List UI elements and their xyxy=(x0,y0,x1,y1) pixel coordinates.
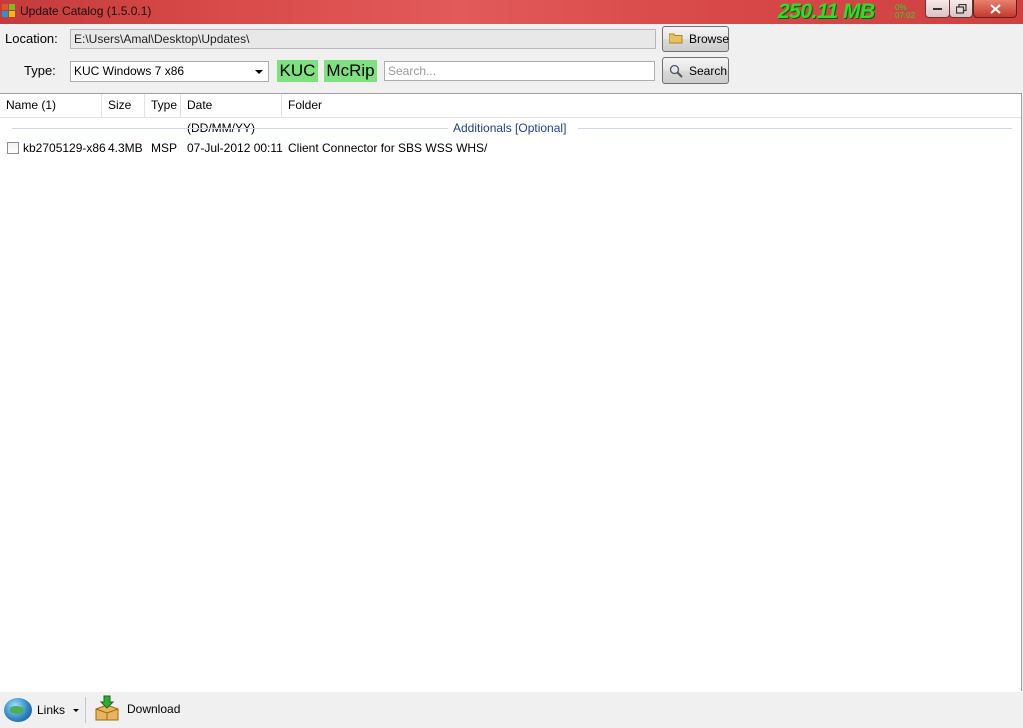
links-label: Links xyxy=(37,703,66,717)
group-header[interactable]: Additionals [Optional] xyxy=(0,121,1021,135)
download-button[interactable]: Download xyxy=(93,691,180,727)
search-button[interactable]: Search xyxy=(662,57,729,84)
app-windows-icon xyxy=(2,4,16,18)
overlay-size-readout: 250.11 MB xyxy=(778,0,875,23)
chevron-down-icon xyxy=(255,70,263,74)
download-box-icon xyxy=(93,695,121,723)
row-date: 07-Jul-2012 00:11 xyxy=(187,141,283,155)
column-date[interactable]: Date (DD/MM/YY) xyxy=(181,94,282,135)
overlay-time: 07:02 xyxy=(895,11,916,20)
kuc-tag[interactable]: KUC xyxy=(277,60,318,82)
row-checkbox[interactable] xyxy=(7,142,19,154)
browse-button[interactable]: Browse xyxy=(662,26,729,52)
column-size[interactable]: Size xyxy=(102,94,145,117)
column-name[interactable]: Name (1) xyxy=(0,94,102,117)
row-type: MSP xyxy=(151,141,178,155)
row-folder: Client Connector for SBS WSS WHS/ xyxy=(288,141,488,155)
links-button[interactable]: Links xyxy=(4,692,80,728)
group-divider-left xyxy=(12,128,448,129)
row-size: 4.3MB xyxy=(108,141,143,155)
location-label: Location: xyxy=(5,31,58,46)
close-button[interactable] xyxy=(973,0,1017,18)
update-list[interactable]: Name (1) Size Type Date (DD/MM/YY) Folde… xyxy=(0,93,1022,692)
type-select[interactable]: KUC Windows 7 x86 xyxy=(70,61,269,82)
minimize-icon xyxy=(932,7,942,10)
list-header: Name (1) Size Type Date (DD/MM/YY) Folde… xyxy=(0,94,1021,135)
window-title: Update Catalog (1.5.0.1) xyxy=(20,4,152,18)
search-label: Search xyxy=(689,63,728,78)
type-label: Type: xyxy=(24,63,56,78)
statusbar-separator xyxy=(85,697,86,723)
browse-label: Browse xyxy=(689,32,730,46)
download-label: Download xyxy=(127,702,181,716)
close-icon xyxy=(989,3,1001,14)
location-field[interactable]: E:\Users\Amal\Desktop\Updates\ xyxy=(70,29,656,49)
search-icon xyxy=(669,64,683,78)
type-selected-value: KUC Windows 7 x86 xyxy=(74,64,185,78)
row-name: kb2705129-x86 xyxy=(23,141,106,155)
column-type[interactable]: Type xyxy=(145,94,181,117)
column-folder[interactable]: Folder xyxy=(282,94,362,117)
table-row[interactable]: kb2705129-x86 4.3MB MSP 07-Jul-2012 00:1… xyxy=(0,140,1021,158)
restore-icon xyxy=(955,3,967,14)
folder-icon xyxy=(668,32,683,46)
search-input[interactable] xyxy=(384,61,655,81)
group-label: Additionals [Optional] xyxy=(453,121,571,135)
group-divider-right xyxy=(578,128,1012,129)
mcrip-tag[interactable]: McRip xyxy=(324,60,377,82)
dropdown-arrow-icon xyxy=(73,708,80,712)
title-bar[interactable]: Update Catalog (1.5.0.1) 250.11 MB 0% 07… xyxy=(0,0,1023,24)
restore-button[interactable] xyxy=(949,0,973,18)
overlay-small-readout: 0% 07:02 xyxy=(895,4,915,20)
globe-icon xyxy=(4,698,32,722)
minimize-button[interactable] xyxy=(925,0,950,18)
